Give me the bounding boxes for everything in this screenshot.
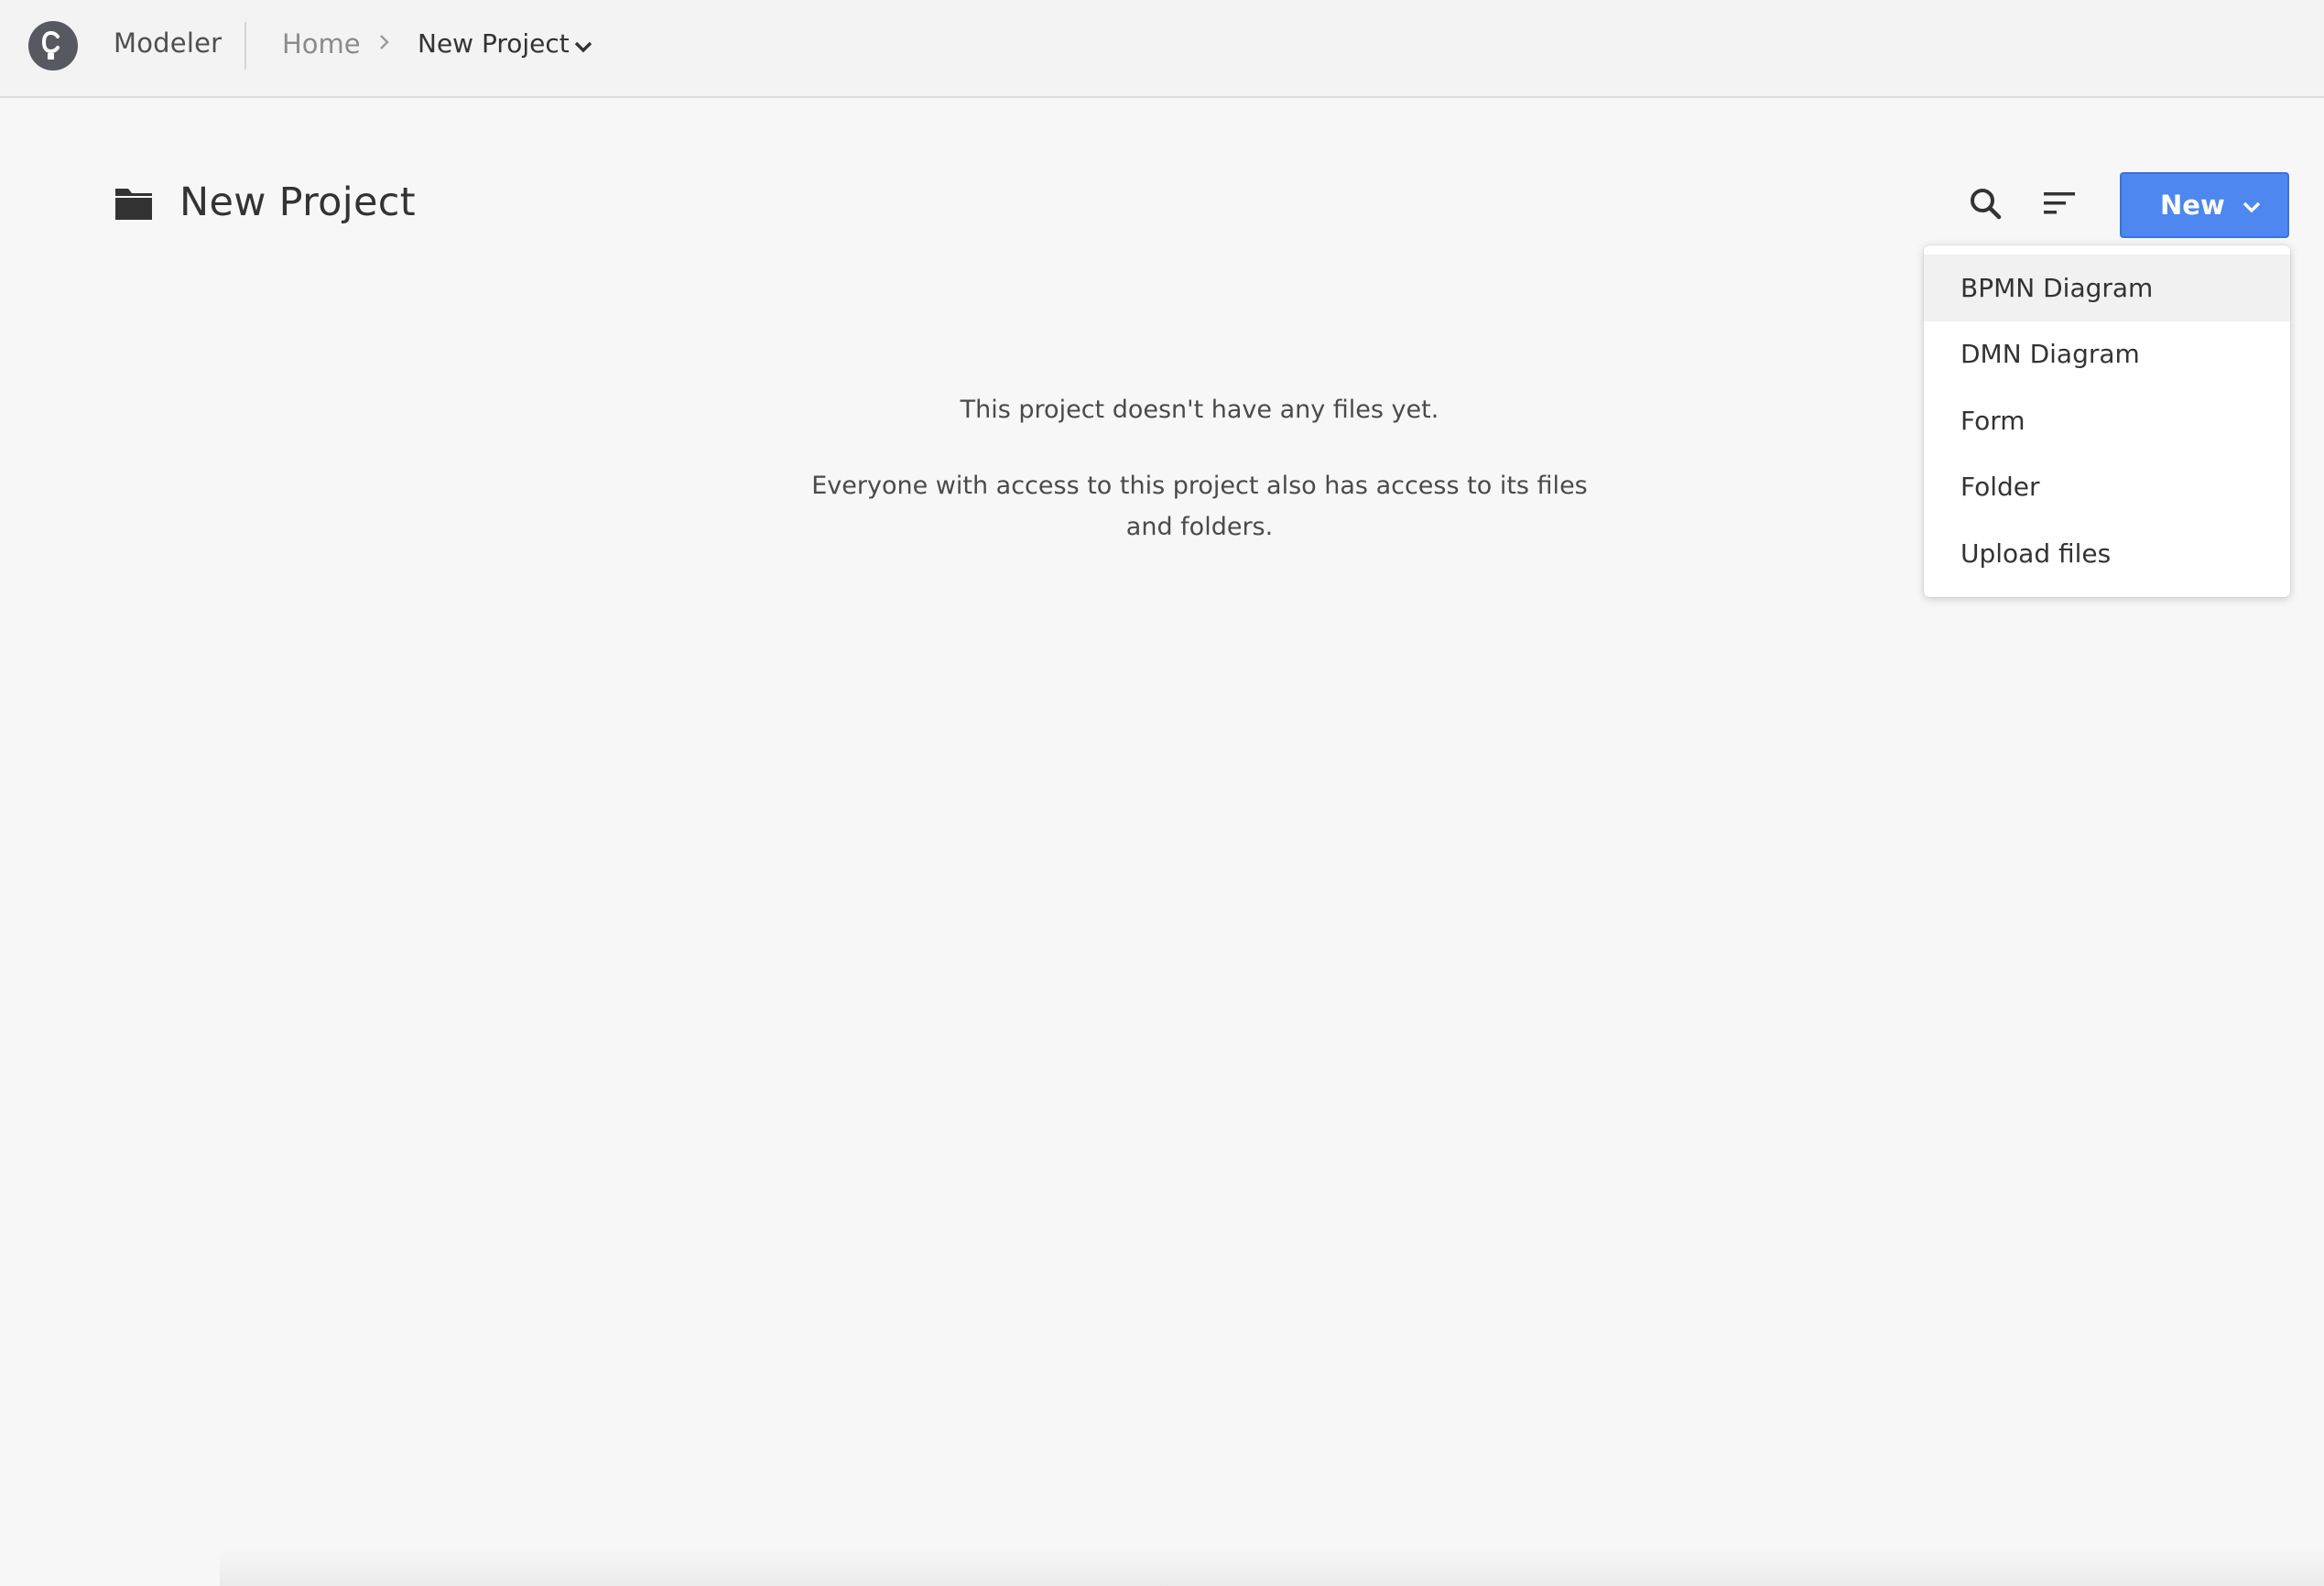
search-icon xyxy=(1971,189,2002,220)
empty-state-description: Everyone with access to this project als… xyxy=(811,472,1588,541)
breadcrumb-home-link[interactable]: Home xyxy=(282,28,361,60)
top-navigation-bar: Modeler Home New Project xyxy=(0,0,2324,98)
search-button[interactable] xyxy=(1965,183,2005,223)
topbar-divider xyxy=(244,22,246,70)
modeler-page: Modeler Home New Project New Project New xyxy=(0,0,2324,1586)
chevron-down-icon[interactable] xyxy=(572,37,594,57)
new-button-label: New xyxy=(2160,190,2225,221)
new-button[interactable]: New xyxy=(2120,172,2289,238)
menu-item-bpmn-diagram[interactable]: BPMN Diagram xyxy=(1924,255,2290,321)
app-name[interactable]: Modeler xyxy=(114,27,222,59)
sort-icon xyxy=(2044,192,2075,214)
breadcrumb-current-project[interactable]: New Project xyxy=(418,28,570,59)
chevron-right-icon xyxy=(380,35,389,49)
chevron-down-icon xyxy=(2243,201,2261,213)
menu-item-upload-files[interactable]: Upload files xyxy=(1924,520,2290,587)
menu-item-folder[interactable]: Folder xyxy=(1924,454,2290,521)
page-title: New Project xyxy=(179,179,416,225)
folder-icon xyxy=(115,189,152,220)
empty-state-message: This project doesn't have any files yet. xyxy=(960,396,1439,424)
camunda-logo-icon[interactable] xyxy=(28,21,78,71)
menu-item-dmn-diagram[interactable]: DMN Diagram xyxy=(1924,321,2290,388)
bottom-panel-shadow xyxy=(220,1548,2324,1586)
sort-button[interactable] xyxy=(2038,183,2080,223)
